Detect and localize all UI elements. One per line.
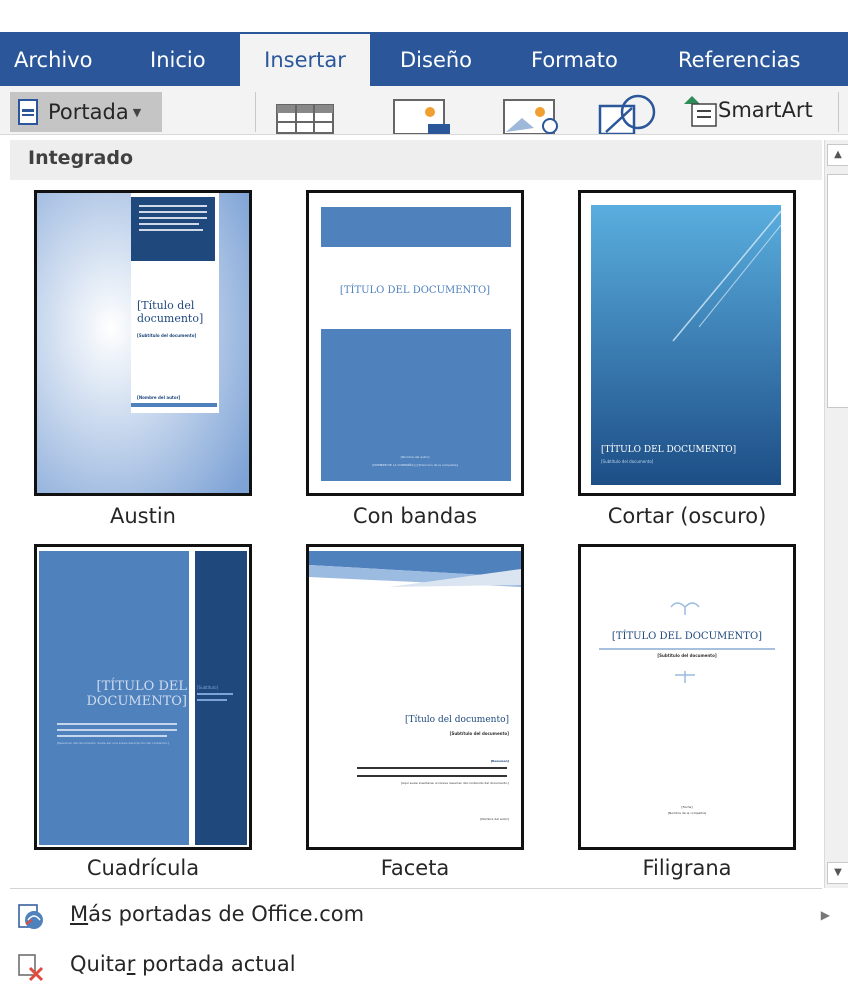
cover-austin[interactable]: [Título del documento] [Subtítulo del do… (34, 190, 252, 496)
portada-label: Portada (48, 100, 129, 124)
more-covers-menu-item[interactable]: Más portadas de Office.com ▶ (10, 894, 848, 940)
tab-referencias[interactable]: Referencias (678, 46, 800, 74)
remove-cover-text-rest: portada actual (135, 952, 296, 976)
cuadricula-title-line1: [TÍTULO DEL (96, 679, 187, 694)
cover-filigrana[interactable]: [TÍTULO DEL DOCUMENTO] [Subtítulo del do… (578, 544, 796, 850)
scroll-down-icon[interactable]: ▼ (827, 862, 848, 884)
caption-faceta: Faceta (380, 856, 450, 880)
more-covers-label: Más portadas de Office.com (70, 902, 364, 926)
toolbar-separator (255, 92, 256, 132)
faceta-author: [Nombre del autor] (480, 817, 509, 821)
con-bandas-line2: [NOMBRE DE LA COMPAÑÍA] | [Dirección de … (372, 463, 458, 467)
toolbar-separator (838, 92, 839, 132)
faceta-title: [Título del documento] (404, 715, 509, 725)
more-covers-text: ás portadas de Office.com (88, 902, 365, 926)
chevron-down-icon: ▼ (132, 105, 142, 119)
cortar-title: [TÍTULO DEL DOCUMENTO] (601, 445, 737, 455)
cover-page-icon (18, 99, 38, 125)
tab-archivo[interactable]: Archivo (14, 46, 93, 74)
portada-button[interactable]: Portada ▼ (10, 92, 162, 132)
filigrana-date: [Fecha] (681, 805, 693, 809)
remove-cover-menu-item[interactable]: Quitar portada actual (10, 944, 848, 990)
caption-austin: Austin (110, 504, 176, 528)
remove-cover-icon (18, 954, 44, 982)
cover-con-bandas-preview (309, 193, 521, 493)
tab-insertar[interactable]: Insertar (240, 34, 370, 86)
shapes-icon[interactable] (598, 94, 660, 134)
cover-cuadricula[interactable]: [TÍTULO DEL DOCUMENTO] [Subtítulo] [Resu… (34, 544, 252, 850)
austin-title: [Título del documento] (137, 299, 204, 325)
tab-diseno[interactable]: Diseño (400, 46, 472, 74)
scroll-up-icon[interactable]: ▲ (827, 144, 848, 166)
cover-cortar-oscuro[interactable]: [TÍTULO DEL DOCUMENTO] [Subtítulo del do… (578, 190, 796, 496)
remove-cover-text: Quita (70, 952, 127, 976)
cover-con-bandas[interactable]: [TÍTULO DEL DOCUMENTO] [Nombre del autor… (306, 190, 524, 496)
faceta-abstract: [Aquí suele insertarse un breve resumen … (401, 781, 509, 785)
office-online-icon (18, 904, 43, 929)
austin-author: [Nombre del autor] (137, 395, 181, 400)
caption-cortar-oscuro: Cortar (oscuro) (607, 504, 767, 528)
con-bandas-title: [TÍTULO DEL DOCUMENTO] (339, 285, 491, 296)
cortar-subtitle: [Subtítulo del documento] (601, 459, 654, 464)
menu-separator (10, 888, 822, 889)
cuadricula-subtitle: [Subtítulo] (197, 685, 219, 690)
austin-subtitle: [Subtítulo del documento] (137, 333, 197, 338)
tab-formato[interactable]: Formato (531, 46, 618, 74)
tab-inicio[interactable]: Inicio (150, 46, 206, 74)
caption-con-bandas: Con bandas (352, 504, 478, 528)
smartart-label[interactable]: SmartArt (718, 98, 813, 122)
picture-icon[interactable] (392, 98, 452, 134)
scrollbar-thumb[interactable] (827, 174, 848, 408)
smartart-icon[interactable] (682, 94, 718, 128)
faceta-subtitle: [Subtítulo del documento] (449, 731, 509, 736)
filigrana-subtitle: [Subtítulo del documento] (657, 653, 717, 658)
cover-austin-preview (37, 193, 249, 493)
filigrana-company: [Nombre de la compañía] (667, 811, 707, 815)
faceta-abstract-head: [Resumen] (490, 759, 509, 763)
chevron-right-icon: ▶ (820, 908, 830, 922)
remove-cover-label: Quitar portada actual (70, 952, 296, 976)
gallery-scrollbar[interactable]: ▲ ▼ (824, 140, 848, 888)
cover-filigrana-preview (581, 547, 793, 847)
filigrana-title: [TÍTULO DEL DOCUMENTO] (611, 631, 763, 642)
cuadricula-title-line2: DOCUMENTO] (86, 694, 187, 709)
caption-filigrana: Filigrana (642, 856, 732, 880)
top-strip (0, 0, 848, 32)
access-key: M (70, 902, 89, 926)
cover-faceta-preview (309, 547, 521, 847)
con-bandas-line1: [Nombre del autor] (400, 455, 430, 459)
cuadricula-abstract: [Resumen del documento. Suele ser una br… (57, 741, 169, 745)
section-title: Integrado (28, 147, 134, 169)
caption-cuadricula: Cuadrícula (86, 856, 200, 880)
table-icon[interactable] (276, 104, 334, 134)
cover-faceta[interactable]: [Título del documento] [Subtítulo del do… (306, 544, 524, 850)
gallery-section-header: Integrado (10, 140, 822, 180)
online-picture-icon[interactable] (502, 98, 562, 134)
